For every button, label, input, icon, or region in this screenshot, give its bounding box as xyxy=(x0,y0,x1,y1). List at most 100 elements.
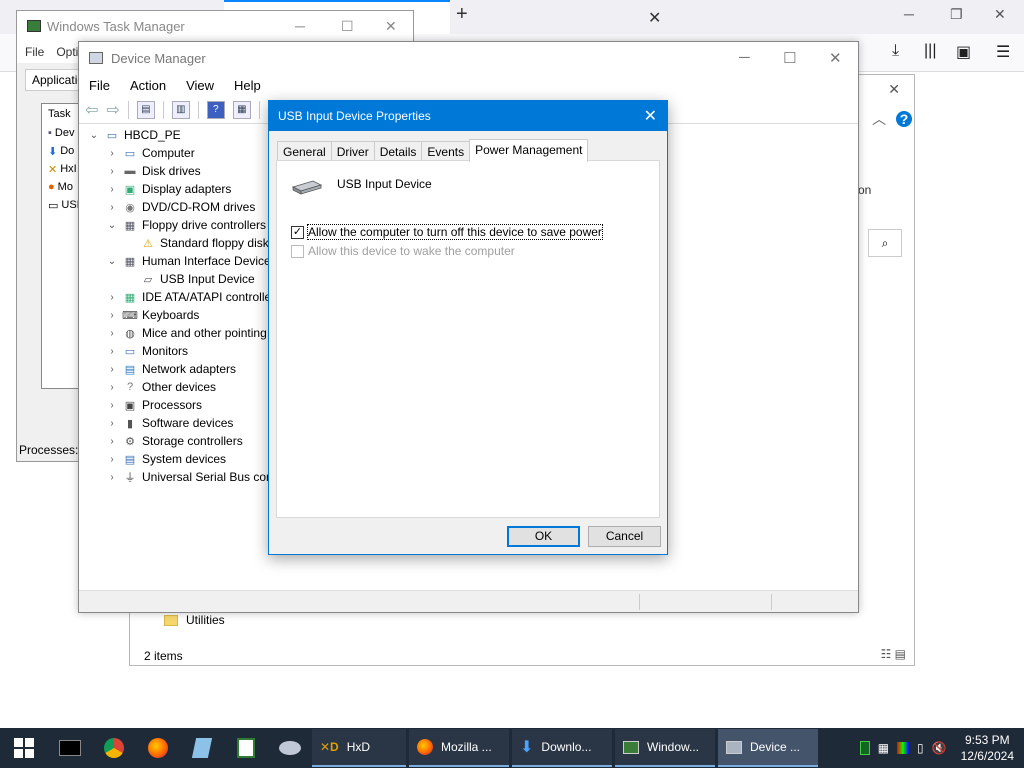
network-icon[interactable]: ▦ xyxy=(878,741,889,755)
tab-events[interactable]: Events xyxy=(421,141,471,162)
menu-action[interactable]: Action xyxy=(130,78,166,93)
cancel-button[interactable]: Cancel xyxy=(588,526,661,547)
usb-tray-icon[interactable]: ▯ xyxy=(917,741,924,755)
close-icon[interactable]: ✕ xyxy=(644,106,657,126)
clock-date: 12/6/2024 xyxy=(960,749,1014,763)
chevron-right-icon[interactable]: › xyxy=(105,310,119,321)
taskbar-item-hxd[interactable]: ✕D HxD xyxy=(312,729,406,767)
usb-icon: ⏚ xyxy=(124,472,136,484)
chevron-right-icon[interactable]: › xyxy=(105,184,119,195)
chevron-right-icon[interactable]: › xyxy=(105,454,119,465)
chevron-down-icon[interactable]: ⌄ xyxy=(105,256,119,267)
minimize-icon[interactable]: ─ xyxy=(904,6,914,22)
tree-item-label: Monitors xyxy=(142,344,189,358)
download-icon: ⬇ xyxy=(520,739,534,756)
menu-options[interactable]: Opti xyxy=(56,45,78,59)
notes-icon[interactable] xyxy=(180,728,224,768)
hxd-icon: ✕D xyxy=(320,740,339,754)
tab-general[interactable]: General xyxy=(277,141,332,162)
tree-item-label: Other devices xyxy=(142,380,217,394)
ok-button[interactable]: OK xyxy=(507,526,580,547)
tab-power-management[interactable]: Power Management xyxy=(469,139,589,162)
volume-muted-icon[interactable]: 🔇 xyxy=(932,741,947,755)
close-icon[interactable]: ✕ xyxy=(888,81,900,98)
menu-file[interactable]: File xyxy=(25,45,44,59)
search-icon[interactable]: ⌕ xyxy=(868,229,902,257)
menu-view[interactable]: View xyxy=(186,78,214,93)
chevron-right-icon[interactable]: › xyxy=(105,292,119,303)
hamburger-menu-icon[interactable]: ☰ xyxy=(996,42,1010,62)
toolbar-separator xyxy=(162,100,164,119)
minimize-icon[interactable]: ─ xyxy=(739,49,750,66)
view-toggle-icons[interactable]: ☷ ▤ xyxy=(881,647,906,661)
maximize-icon[interactable]: ☐ xyxy=(783,49,796,67)
chevron-right-icon[interactable]: › xyxy=(105,166,119,177)
tree-item-label: USB Input Device xyxy=(160,272,255,286)
update-driver-icon[interactable]: ▥ xyxy=(171,100,190,119)
chevron-right-icon[interactable]: › xyxy=(105,148,119,159)
back-arrow-icon[interactable]: ⇦ xyxy=(85,100,98,120)
close-icon[interactable]: ✕ xyxy=(829,49,842,67)
tree-item-label: Computer xyxy=(142,146,195,160)
chevron-right-icon[interactable]: › xyxy=(105,472,119,483)
chevron-right-icon[interactable]: › xyxy=(105,418,119,429)
chevron-up-icon[interactable]: ︿ xyxy=(872,111,886,127)
clock[interactable]: 9:53 PM 12/6/2024 xyxy=(961,732,1014,764)
color-icon[interactable] xyxy=(897,742,910,754)
chevron-down-icon[interactable]: ⌄ xyxy=(87,130,101,141)
library-icon[interactable]: ||| xyxy=(924,42,936,60)
sidebar-icon[interactable]: ▣ xyxy=(956,42,971,62)
chevron-right-icon[interactable]: › xyxy=(105,328,119,339)
start-button[interactable] xyxy=(0,728,48,768)
task-manager-icon xyxy=(27,20,41,32)
list-item[interactable]: Utilities xyxy=(164,613,225,627)
firefox-icon[interactable] xyxy=(136,728,180,768)
chevron-down-icon[interactable]: ⌄ xyxy=(105,220,119,231)
chevron-right-icon[interactable]: › xyxy=(105,346,119,357)
chrome-icon[interactable] xyxy=(92,728,136,768)
download-icon[interactable]: ⤓ xyxy=(892,42,899,60)
new-tab-icon[interactable]: + xyxy=(456,3,468,26)
chevron-right-icon[interactable]: › xyxy=(105,436,119,447)
menu-file[interactable]: File xyxy=(89,78,110,93)
wake-computer-checkbox[interactable] xyxy=(291,244,304,258)
tab-driver[interactable]: Driver xyxy=(330,141,375,162)
terminal-icon[interactable] xyxy=(48,728,92,768)
minimize-icon[interactable]: ─ xyxy=(295,18,305,34)
save-power-option[interactable]: ✓ Allow the computer to turn off this de… xyxy=(291,224,603,240)
chevron-right-icon[interactable]: › xyxy=(105,382,119,393)
chevron-right-icon[interactable]: › xyxy=(105,202,119,213)
tree-item-label: Display adapters xyxy=(142,182,232,196)
view-icon[interactable]: ▦ xyxy=(232,100,251,119)
taskbar-item-task-manager[interactable]: Window... xyxy=(615,729,715,767)
monitor-icon: ▭ xyxy=(124,147,136,160)
forward-arrow-icon[interactable]: ⇨ xyxy=(106,100,119,120)
tree-item-label: Processors xyxy=(142,398,203,412)
status-bar xyxy=(79,590,858,612)
chevron-right-icon[interactable]: › xyxy=(105,400,119,411)
help-icon[interactable]: ? xyxy=(896,111,912,127)
tab-details[interactable]: Details xyxy=(373,141,423,162)
properties-icon[interactable]: ▤ xyxy=(136,100,155,119)
close-icon[interactable]: ✕ xyxy=(994,6,1006,23)
taskbar-item-firefox[interactable]: Mozilla ... xyxy=(409,729,509,767)
menu-help[interactable]: Help xyxy=(234,78,261,93)
restore-icon[interactable]: ❐ xyxy=(950,6,963,23)
spreadsheet-icon[interactable] xyxy=(224,728,268,768)
device-manager-icon: ▪ xyxy=(48,127,52,139)
paint-icon[interactable] xyxy=(268,728,312,768)
chevron-right-icon[interactable]: › xyxy=(105,364,119,375)
ide-icon: ▦ xyxy=(124,291,136,304)
help-icon[interactable]: ? xyxy=(206,100,225,119)
device-name: USB Input Device xyxy=(337,177,432,191)
taskbar-item-downloads[interactable]: ⬇ Downlo... xyxy=(512,729,612,767)
tree-item-label: IDE ATA/ATAPI controlle xyxy=(142,290,272,304)
save-power-checkbox[interactable]: ✓ xyxy=(291,225,304,239)
tray-app-icon[interactable] xyxy=(859,741,870,755)
wake-option[interactable]: Allow this device to wake the computer xyxy=(291,244,515,258)
close-tab-icon[interactable]: ✕ xyxy=(648,8,661,28)
maximize-icon[interactable]: ☐ xyxy=(341,18,354,35)
close-icon[interactable]: ✕ xyxy=(385,18,397,35)
taskbar-item-device-manager[interactable]: Device ... xyxy=(718,729,818,767)
save-power-label[interactable]: Allow the computer to turn off this devi… xyxy=(307,224,603,240)
